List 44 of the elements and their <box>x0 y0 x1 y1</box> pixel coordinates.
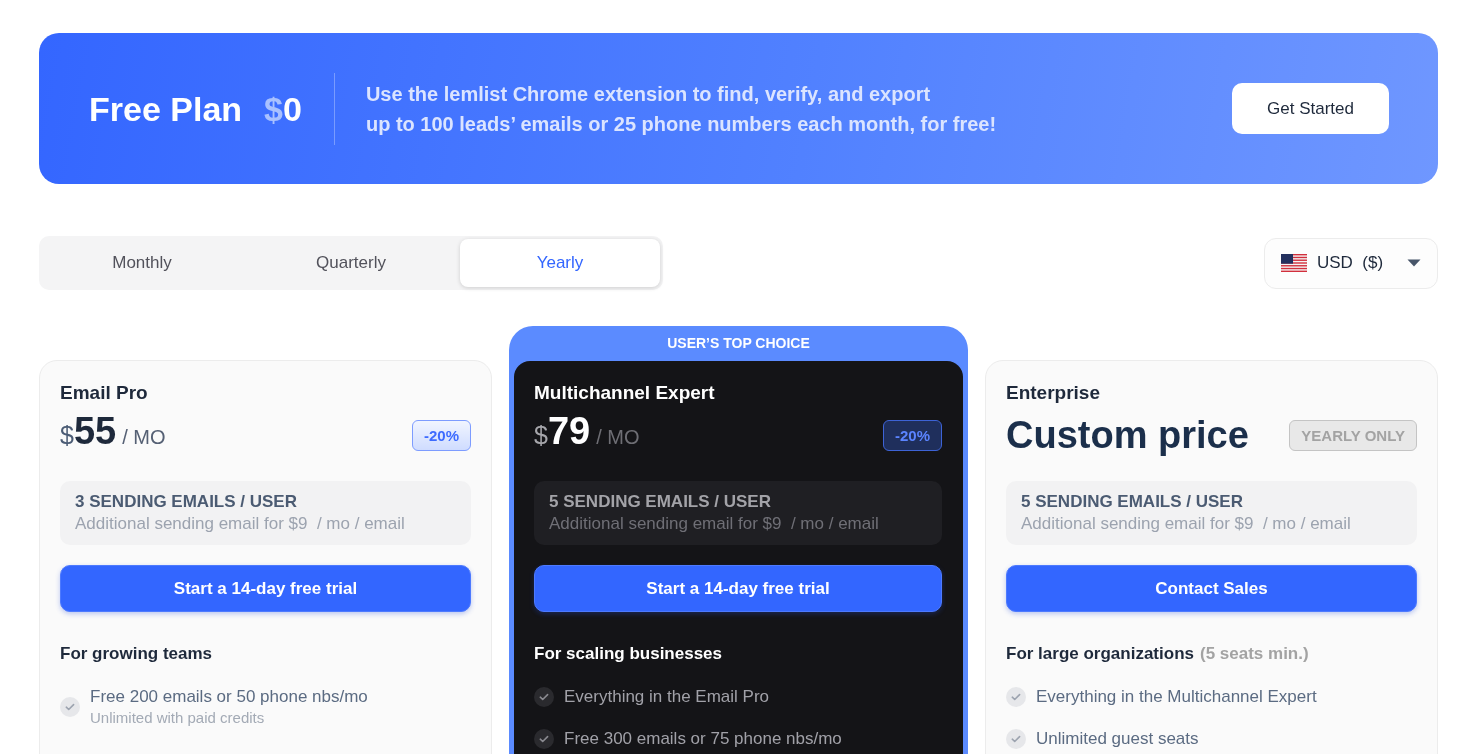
sending-addon-price: Additional sending email for $9 / mo / email <box>1021 513 1352 535</box>
feature-text: Free 200 emails or 50 phone nbs/mo <box>90 686 368 708</box>
plan-cta-button[interactable]: Start a 14-day free trial <box>534 565 942 612</box>
caret-icon <box>1407 259 1421 267</box>
sending-addon-price: Additional sending email for $9 / mo / email <box>549 513 880 535</box>
plan-cta-button[interactable]: Contact Sales <box>1006 565 1417 612</box>
plan-name: Enterprise <box>1006 381 1101 405</box>
flag-icon <box>1281 254 1307 272</box>
check-icon <box>534 687 554 707</box>
get-started-button[interactable]: Get Started <box>1232 83 1389 134</box>
plan-cta-button[interactable]: Start a 14-day free trial <box>60 565 471 612</box>
price-text: $79/ MO <box>534 409 640 454</box>
check-icon <box>60 697 80 717</box>
billing-tab[interactable]: Monthly <box>42 239 242 287</box>
banner-price: $0 <box>264 88 302 129</box>
banner-description: Use the lemlist Chrome extension to find, verify, and export up to 100 leads’ emails or 25 phone numbers each month, for free! <box>365 81 998 137</box>
check-icon <box>534 729 554 749</box>
sending-limit-text: 3 SENDING EMAILS / USER <box>75 491 298 513</box>
discount-badge: -20% <box>882 419 942 451</box>
sending-limit-text: 5 SENDING EMAILS / USER <box>1021 491 1244 513</box>
top-choice-label: USER’S TOP CHOICE <box>666 334 811 353</box>
price-text: $55/ MO <box>60 409 166 454</box>
audience-text: For scaling businesses <box>534 643 722 665</box>
billing-note-badge: YEARLY ONLY <box>1289 419 1417 451</box>
sending-limit-text: 5 SENDING EMAILS / USER <box>549 491 772 513</box>
audience-text: For growing teams <box>60 643 213 665</box>
banner-title: Free Plan <box>89 88 243 129</box>
feature-text: Free 300 emails or 75 phone nbs/mo <box>564 728 842 750</box>
seat-minimum-note: (5 seats min.) <box>1200 643 1309 665</box>
feature-text: Everything in the Email Pro <box>564 686 770 708</box>
feature-text: Unlimited guest seats <box>1036 728 1199 750</box>
sending-addon-price: Additional sending email for $9 / mo / email <box>75 513 406 535</box>
billing-tab[interactable]: Yearly <box>460 239 660 287</box>
audience-text: For large organizations <box>1006 643 1194 665</box>
discount-badge: -20% <box>411 419 471 451</box>
check-icon <box>1006 729 1026 749</box>
currency-dropdown[interactable]: USD ($) <box>1264 237 1438 289</box>
billing-tab[interactable]: Quarterly <box>251 239 451 287</box>
custom-price-text: Custom price <box>1006 413 1249 457</box>
plan-name: Multichannel Expert <box>534 381 716 405</box>
plan-name: Email Pro <box>60 381 149 405</box>
feature-text: Everything in the Multichannel Expert <box>1036 686 1317 708</box>
feature-note: Unlimited with paid credits <box>90 708 266 728</box>
check-icon <box>1006 687 1026 707</box>
